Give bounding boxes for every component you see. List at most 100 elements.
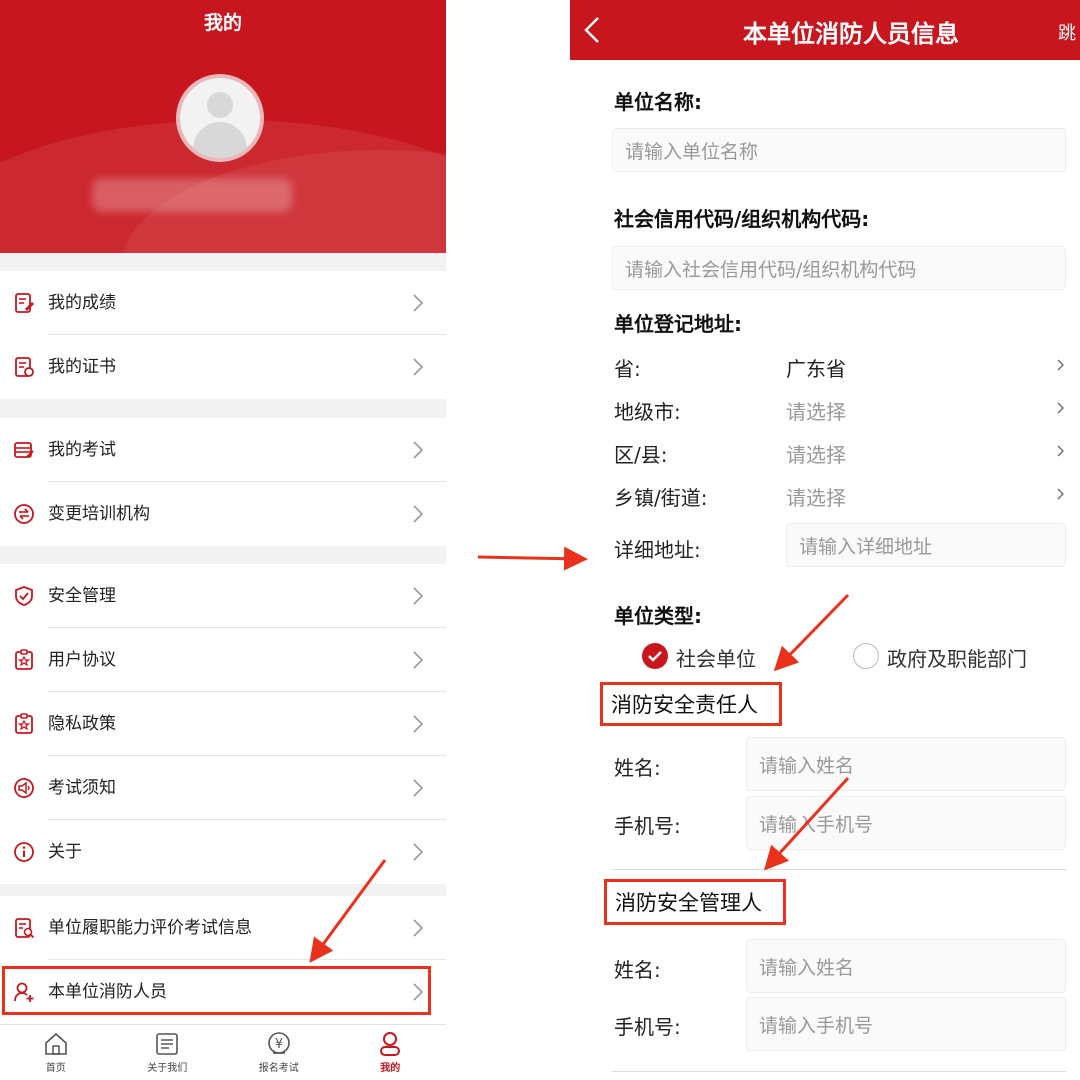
person-icon [380,1032,401,1056]
manager-name-label: 姓名: [614,958,661,982]
menu-item-label: 关于 [48,842,82,862]
bottom-tab-bar: 首页 关于我们 ¥ 报名考试 我的 [0,1024,446,1080]
tab-home[interactable]: 首页 [0,1025,112,1080]
detail-address-input[interactable]: 请输入详细地址 [786,523,1066,567]
privacy-icon [0,713,48,735]
tab-label: 报名考试 [258,1063,299,1074]
agreement-icon [0,649,48,671]
menu-item-unit-evaluation-info[interactable]: 单位履职能力评价考试信息 [0,896,446,960]
district-select[interactable]: 请选择 [786,439,846,468]
radio-social-unit[interactable] [642,643,668,669]
chevron-right-icon [413,441,424,459]
score-icon [0,292,48,314]
manager-phone-input[interactable]: 请输入手机号 [746,997,1066,1051]
responsible-phone-input[interactable]: 请输入手机号 [746,796,1066,850]
menu-item-safety-management[interactable]: 安全管理 [0,564,446,628]
svg-text:¥: ¥ [275,1037,283,1052]
right-phone-screen: 本单位消防人员信息 跳 单位名称: 请输入单位名称 社会信用代码/组织机构代码:… [570,0,1080,1080]
credit-code-input[interactable]: 请输入社会信用代码/组织机构代码 [612,246,1066,290]
exam-icon [0,439,48,461]
detail-address-label: 详细地址: [614,538,701,562]
credit-code-label: 社会信用代码/组织机构代码: [614,207,870,231]
chevron-right-icon [413,587,424,605]
unit-name-label: 单位名称: [614,90,702,114]
responsible-name-input[interactable]: 请输入姓名 [746,737,1066,791]
radio-label: 政府及职能部门 [887,647,1027,671]
chevron-right-icon [1057,445,1064,457]
chevron-right-icon [413,843,424,861]
evaluation-icon [0,917,48,939]
unit-name-input[interactable]: 请输入单位名称 [612,128,1066,172]
menu-item-user-agreement[interactable]: 用户协议 [0,628,446,692]
menu-item-label: 考试须知 [48,756,446,820]
responsible-phone-label: 手机号: [614,814,681,838]
chevron-right-icon [1057,488,1064,500]
radio-label: 社会单位 [676,647,756,671]
info-icon [0,841,48,863]
section-divider [612,869,1066,870]
city-select[interactable]: 请选择 [786,396,846,425]
menu-item-label: 变更培训机构 [48,504,150,524]
manager-name-input[interactable]: 请输入姓名 [746,939,1066,993]
chevron-right-icon [1057,402,1064,414]
menu-item-exam-notice[interactable]: 考试须知 [0,756,446,820]
annotation-arrow [477,546,588,571]
chevron-right-icon [413,651,424,669]
menu-item-my-exams[interactable]: 我的考试 [0,418,446,482]
radio-government-department[interactable] [853,643,879,669]
chevron-right-icon [413,715,424,733]
tab-label: 关于我们 [147,1063,188,1074]
city-label: 地级市: [614,400,681,424]
tab-register-exam[interactable]: ¥ 报名考试 [223,1025,335,1080]
manager-person-section-title: 消防安全管理人 [604,879,786,925]
province-select[interactable]: 广东省 [786,353,846,382]
unit-type-label: 单位类型: [614,604,702,628]
menu-group-settings: 安全管理 用户协议 隐私政策 考试须知 关于 [0,564,446,884]
chevron-right-icon [413,358,424,376]
menu-item-label: 单位履职能力评价考试信息 [48,896,446,960]
town-label: 乡镇/街道: [614,486,708,510]
menu-item-label: 隐私政策 [48,692,446,756]
menu-item-privacy-policy[interactable]: 隐私政策 [0,692,446,756]
home-icon [44,1032,67,1055]
skip-button[interactable]: 跳 [1058,19,1076,45]
menu-item-label: 我的考试 [48,418,446,482]
blurred-username [92,178,292,212]
menu-item-label: 我的证书 [48,357,116,377]
shield-icon [0,585,48,607]
responsible-name-label: 姓名: [614,756,661,780]
yen-icon: ¥ [267,1032,290,1054]
profile-header: 我的 [0,0,446,253]
nav-bar: 本单位消防人员信息 跳 [570,0,1080,60]
menu-item-label: 安全管理 [48,564,446,628]
tab-label: 首页 [45,1063,66,1074]
page-title: 我的 [203,12,242,34]
menu-item-change-training-institution[interactable]: 变更培训机构 [0,482,446,546]
responsible-person-section-title: 消防安全责任人 [600,682,782,726]
menu-item-my-certificates[interactable]: 我的证书 [0,335,446,399]
menu-item-my-scores[interactable]: 我的成绩 [0,271,446,335]
chevron-right-icon [413,505,424,523]
menu-item-about[interactable]: 关于 [0,820,446,884]
menu-item-label: 我的成绩 [48,271,446,335]
manager-phone-label: 手机号: [614,1015,681,1039]
annotation-highlight-box [2,966,431,1015]
avatar[interactable] [176,74,264,162]
province-label: 省: [614,357,641,381]
chevron-right-icon [1057,359,1064,371]
registered-address-label: 单位登记地址: [614,312,742,336]
check-icon [648,651,662,662]
page-title: 本单位消防人员信息 [743,20,959,48]
town-select[interactable]: 请选择 [786,482,846,511]
menu-group-records: 我的成绩 我的证书 [0,271,446,399]
chevron-right-icon [413,779,424,797]
about-icon [156,1033,179,1055]
chevron-right-icon [413,294,424,312]
left-phone-screen: 我的 我的成绩 我的证书 我的考试 变更培训机构 安全管理 用户协议 隐私政策 … [0,0,446,1080]
certificate-icon [0,356,48,378]
tab-about-us[interactable]: 关于我们 [112,1025,224,1080]
tab-label: 我的 [380,1063,401,1074]
tab-mine[interactable]: 我的 [335,1025,447,1080]
section-divider [612,1071,1066,1072]
notice-icon [0,777,48,799]
